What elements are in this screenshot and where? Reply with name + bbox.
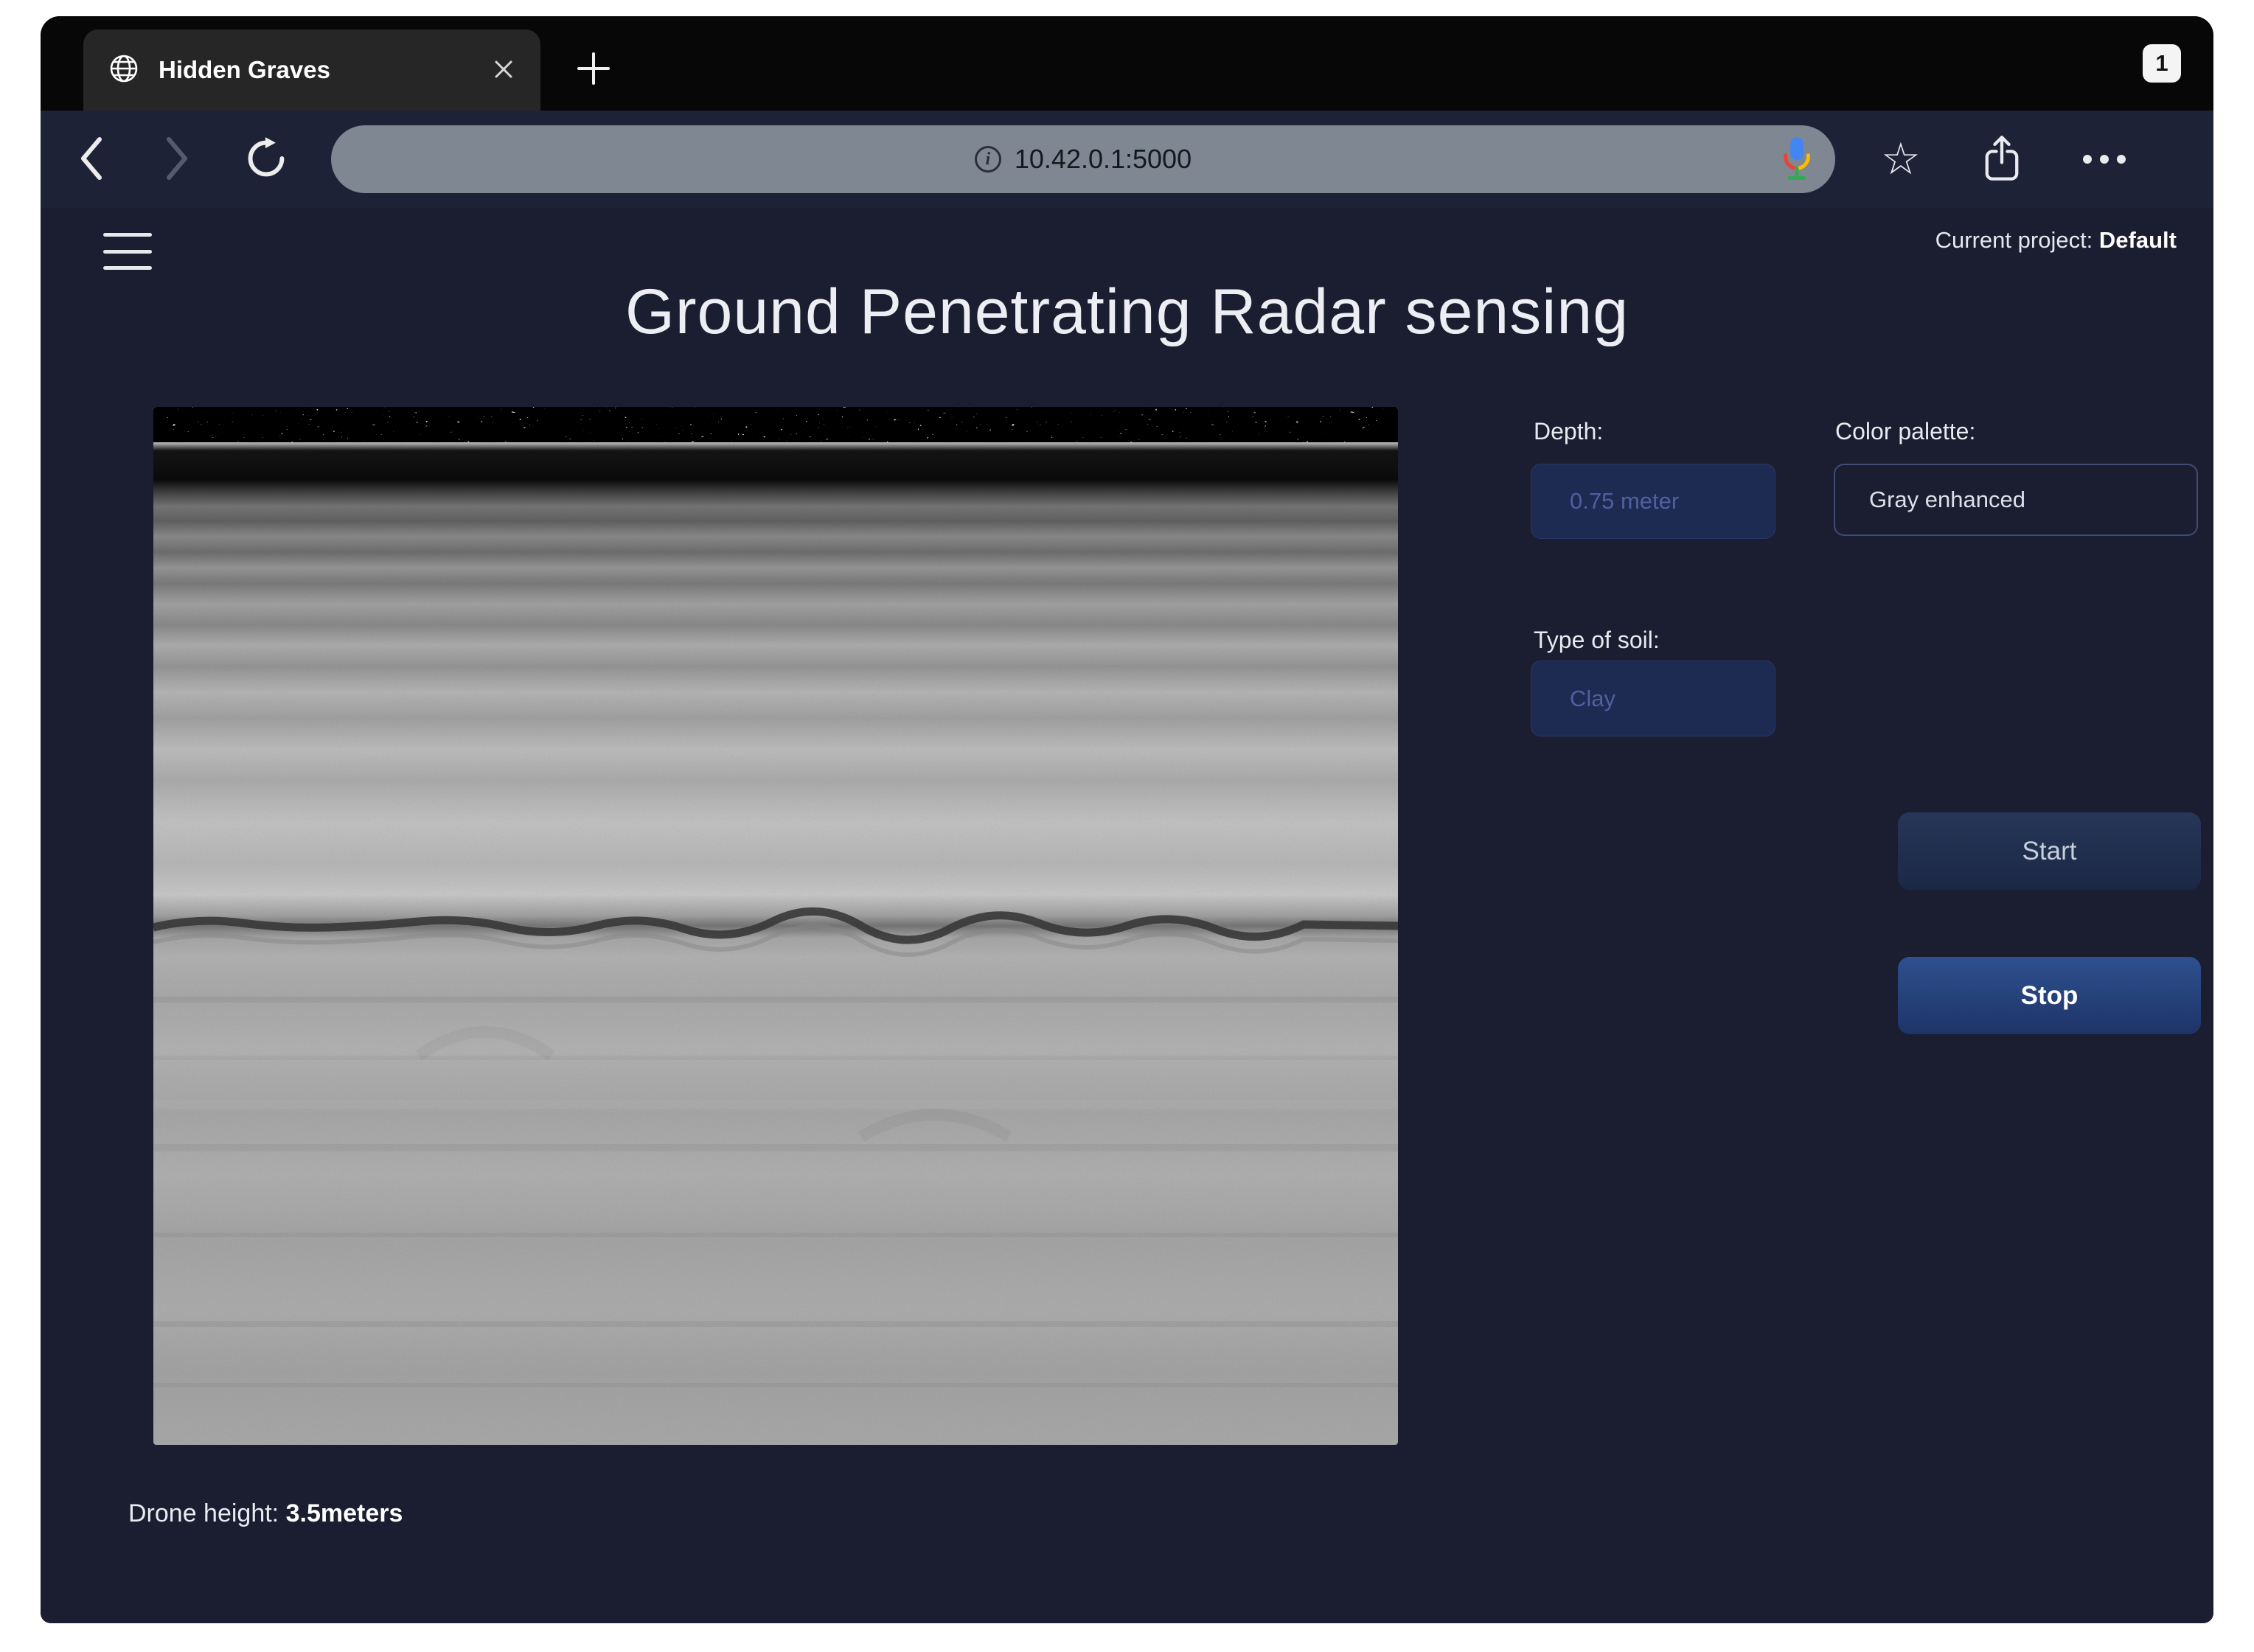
reload-icon — [244, 136, 288, 183]
device-frame: Hidden Graves 1 — [0, 0, 2254, 1652]
url-text: 10.42.0.1:5000 — [1015, 144, 1192, 175]
share-button[interactable] — [1983, 134, 2021, 185]
url-bar[interactable]: i 10.42.0.1:5000 — [331, 125, 1835, 193]
depth-label: Depth: — [1534, 418, 1603, 445]
share-icon — [1983, 134, 2021, 185]
start-button[interactable]: Start — [1898, 812, 2201, 890]
info-icon: i — [975, 146, 1001, 172]
palette-select[interactable]: Gray enhanced — [1834, 464, 2198, 536]
soil-label: Type of soil: — [1534, 627, 1660, 654]
page-content: Current project: Default Ground Penetrat… — [41, 208, 2213, 1623]
tab-title: Hidden Graves — [159, 56, 473, 84]
palette-label: Color palette: — [1835, 418, 1975, 445]
new-tab-button[interactable] — [574, 49, 613, 90]
bookmark-button[interactable]: ☆ — [1881, 137, 1921, 181]
drone-height-label: Drone height: — [128, 1499, 279, 1527]
star-icon: ☆ — [1881, 137, 1921, 181]
mic-button[interactable] — [1781, 136, 1813, 184]
drone-height-status: Drone height: 3.5meters — [128, 1499, 403, 1528]
tab-close-button[interactable] — [492, 57, 515, 83]
page-title: Ground Penetrating Radar sensing — [41, 276, 2213, 349]
stop-button[interactable]: Stop — [1898, 957, 2201, 1034]
tab-bar: Hidden Graves 1 — [41, 16, 2213, 111]
plus-icon — [574, 49, 613, 90]
browser-window: Hidden Graves 1 — [41, 16, 2213, 1623]
forward-button[interactable] — [160, 133, 192, 186]
hamburger-menu-button[interactable] — [103, 230, 155, 273]
nav-toolbar: i 10.42.0.1:5000 — [41, 111, 2213, 208]
current-project-label: Current project: — [1935, 227, 2093, 253]
current-project-value: Default — [2099, 227, 2177, 253]
browser-tab[interactable]: Hidden Graves — [83, 29, 540, 111]
close-icon — [492, 57, 515, 83]
mic-icon — [1781, 136, 1813, 184]
overflow-menu-button[interactable] — [2083, 155, 2126, 164]
current-project: Current project: Default — [1935, 227, 2177, 254]
chevron-right-icon — [160, 133, 192, 186]
soil-field[interactable]: Clay — [1531, 661, 1775, 736]
drone-height-value: 3.5meters — [286, 1499, 403, 1527]
chevron-left-icon — [76, 133, 108, 186]
gpr-radargram-image — [153, 407, 1398, 1445]
back-button[interactable] — [76, 133, 108, 186]
depth-field[interactable]: 0.75 meter — [1531, 464, 1775, 539]
tab-count-badge[interactable]: 1 — [2143, 44, 2181, 83]
globe-icon — [108, 53, 139, 88]
ellipsis-icon — [2083, 155, 2126, 164]
reload-button[interactable] — [244, 136, 288, 183]
